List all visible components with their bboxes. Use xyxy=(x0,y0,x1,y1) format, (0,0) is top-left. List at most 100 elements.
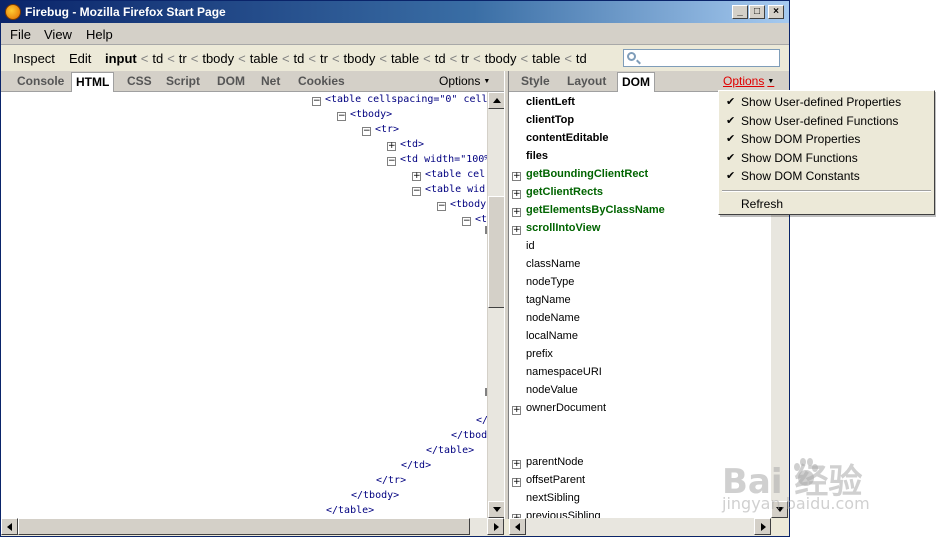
breadcrumb-item[interactable]: tr xyxy=(320,51,328,66)
expand-icon[interactable]: + xyxy=(412,172,421,181)
html-tree-node[interactable]: + <td> xyxy=(387,139,424,151)
breadcrumb-item[interactable]: tbody xyxy=(344,51,376,66)
right-options-label: Options xyxy=(723,74,765,88)
options-menu-item[interactable]: ✔ Show User-defined Functions xyxy=(719,112,934,130)
html-tree-node[interactable]: </tr> xyxy=(376,475,406,487)
menu-file[interactable]: File xyxy=(10,27,31,42)
html-tree-node[interactable]: − <table wid xyxy=(412,184,485,196)
collapse-icon[interactable]: − xyxy=(437,202,446,211)
dom-property-row[interactable]: nodeValue xyxy=(509,381,771,399)
breadcrumb-item[interactable]: td xyxy=(576,51,587,66)
collapse-icon[interactable]: − xyxy=(462,217,471,226)
options-menu-item[interactable]: ✔ Show User-defined Properties xyxy=(719,93,934,111)
inspect-button[interactable]: Inspect xyxy=(13,51,55,66)
breadcrumb-item[interactable]: td xyxy=(152,51,163,66)
breadcrumb-item[interactable]: tbody xyxy=(202,51,234,66)
dom-property-row[interactable]: id xyxy=(509,237,771,255)
tab-console[interactable]: Console xyxy=(13,74,68,88)
collapse-icon[interactable]: − xyxy=(312,97,321,106)
html-vertical-scrollbar[interactable] xyxy=(487,92,505,518)
html-tree-node[interactable]: </tbody xyxy=(451,430,487,442)
menu-help[interactable]: Help xyxy=(86,27,113,42)
collapse-icon[interactable]: − xyxy=(362,127,371,136)
html-horizontal-scrollbar[interactable] xyxy=(1,518,504,535)
search-input[interactable] xyxy=(623,49,780,67)
expand-icon[interactable]: + xyxy=(512,406,521,415)
scroll-up-button[interactable] xyxy=(488,92,505,109)
tab-css[interactable]: CSS xyxy=(123,74,156,88)
tab-layout[interactable]: Layout xyxy=(563,74,610,88)
dom-property-row[interactable] xyxy=(509,435,771,453)
expand-icon[interactable]: + xyxy=(512,478,521,487)
html-tree-node[interactable]: </ xyxy=(476,415,487,427)
expand-icon[interactable]: + xyxy=(387,142,396,151)
collapse-icon[interactable]: − xyxy=(412,187,421,196)
dom-property-row[interactable]: nodeName xyxy=(509,309,771,327)
html-tree-node[interactable]: </table> xyxy=(426,445,474,457)
html-tree-node[interactable]: − <t xyxy=(462,214,487,226)
tab-html[interactable]: HTML xyxy=(71,72,115,92)
breadcrumb-item[interactable]: tr xyxy=(461,51,469,66)
breadcrumb-item[interactable]: table xyxy=(391,51,419,66)
html-tree-node[interactable]: − <td width="100% xyxy=(387,154,487,166)
edit-button[interactable]: Edit xyxy=(69,51,91,66)
dom-property-row[interactable]: + ownerDocument xyxy=(509,399,771,417)
scroll-right-button[interactable] xyxy=(487,518,504,535)
dom-property-row[interactable]: prefix xyxy=(509,345,771,363)
html-tree-node[interactable]: − <table cellspacing="0" cell xyxy=(312,94,487,106)
html-tree-node[interactable]: − <tbody> xyxy=(337,109,392,121)
options-menu-item[interactable]: ✔ Show DOM Properties xyxy=(719,130,934,148)
html-tree-node[interactable]: − <tbody xyxy=(437,199,486,211)
collapse-icon[interactable]: − xyxy=(337,112,346,121)
breadcrumb-item[interactable]: td xyxy=(435,51,446,66)
options-menu-item[interactable]: ✔ Show DOM Constants xyxy=(719,167,934,185)
refresh-menu-item[interactable]: Refresh xyxy=(719,195,934,213)
tab-cookies[interactable]: Cookies xyxy=(294,74,349,88)
maximize-button[interactable]: □ xyxy=(749,5,765,19)
title-bar[interactable]: Firebug - Mozilla Firefox Start Page _ □… xyxy=(1,1,789,23)
html-tree-node[interactable]: − <tr> xyxy=(362,124,399,136)
collapse-icon[interactable]: − xyxy=(387,157,396,166)
dom-property-row[interactable]: localName xyxy=(509,327,771,345)
breadcrumb-item[interactable]: table xyxy=(532,51,560,66)
options-menu-item[interactable]: ✔ Show DOM Functions xyxy=(719,149,934,167)
dom-property-row[interactable]: className xyxy=(509,255,771,273)
breadcrumb-item[interactable]: td xyxy=(294,51,305,66)
close-button[interactable]: × xyxy=(768,5,784,19)
expand-icon[interactable]: + xyxy=(512,208,521,217)
right-options-button[interactable]: Options ▼ xyxy=(723,74,774,88)
tab-script[interactable]: Script xyxy=(162,74,204,88)
html-tree-node-text: <tr> xyxy=(375,124,400,135)
breadcrumb-item[interactable]: table xyxy=(250,51,278,66)
tab-style[interactable]: Style xyxy=(517,74,554,88)
expand-icon[interactable]: + xyxy=(512,172,521,181)
dom-property-row[interactable]: namespaceURI xyxy=(509,363,771,381)
html-tree-node[interactable]: + <table cel xyxy=(412,169,485,181)
left-options-button[interactable]: Options ▼ xyxy=(439,74,490,88)
scroll-thumb[interactable] xyxy=(488,196,505,308)
tab-net[interactable]: Net xyxy=(257,74,284,88)
scroll-left-button[interactable] xyxy=(509,518,526,535)
html-tree-node[interactable]: </tbody> xyxy=(351,490,399,502)
options-menu: ✔ Show User-defined Properties ✔ Show User-… xyxy=(718,90,935,215)
menu-view[interactable]: View xyxy=(44,27,72,42)
expand-icon[interactable]: + xyxy=(512,226,521,235)
dom-property-row[interactable]: + scrollIntoView xyxy=(509,219,771,237)
scroll-down-button[interactable] xyxy=(488,501,505,518)
dom-property-row[interactable]: tagName xyxy=(509,291,771,309)
breadcrumb-item[interactable]: input xyxy=(105,51,137,66)
expand-icon[interactable]: + xyxy=(512,190,521,199)
tab-dom[interactable]: DOM xyxy=(213,74,249,88)
breadcrumb-item[interactable]: tr xyxy=(179,51,187,66)
expand-icon[interactable]: + xyxy=(512,460,521,469)
minimize-button[interactable]: _ xyxy=(732,5,748,19)
scroll-left-button[interactable] xyxy=(1,518,18,535)
html-tree-pane[interactable]: − <table cellspacing="0" cell − <tbody> − <tr… xyxy=(1,92,487,518)
breadcrumb-item[interactable]: tbody xyxy=(485,51,517,66)
dom-property-row[interactable] xyxy=(509,417,771,435)
scroll-thumb[interactable] xyxy=(18,518,470,535)
tab-dom-side[interactable]: DOM xyxy=(617,72,655,92)
dom-property-row[interactable]: nodeType xyxy=(509,273,771,291)
html-tree-node[interactable]: </table> xyxy=(326,505,374,517)
html-tree-node[interactable]: </td> xyxy=(401,460,431,472)
